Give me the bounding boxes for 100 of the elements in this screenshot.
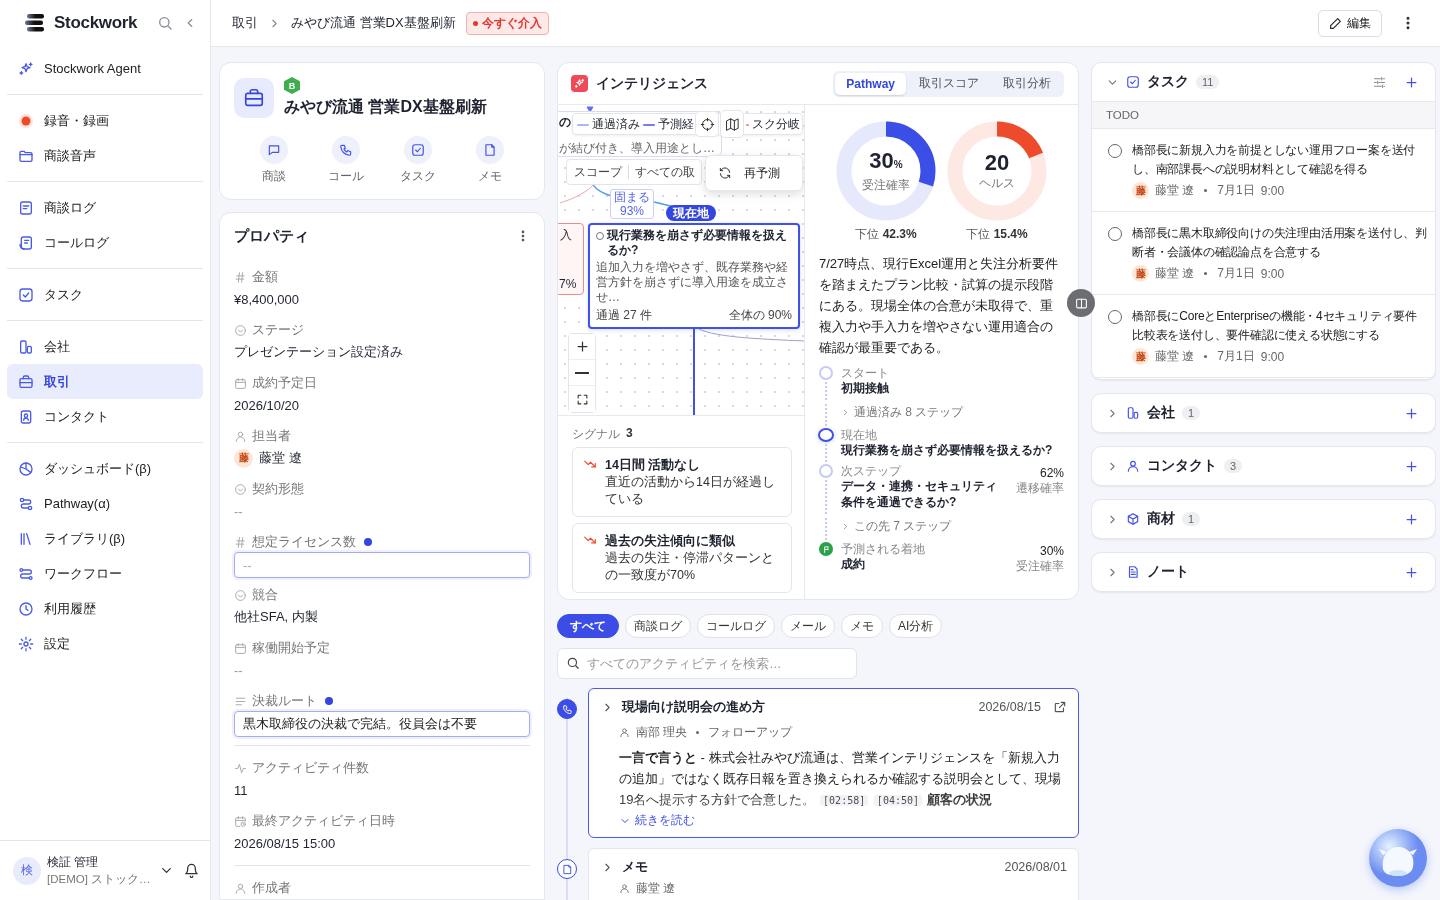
sliders-icon[interactable] bbox=[1372, 74, 1387, 90]
workflow-icon bbox=[18, 565, 34, 582]
chevron-right-icon bbox=[841, 522, 850, 531]
tab[interactable]: 取引分析 bbox=[992, 72, 1062, 95]
count-badge: 1 bbox=[1182, 406, 1201, 420]
sidebar-item[interactable]: 利用履歴 bbox=[7, 591, 203, 626]
due-date: 7月1日 bbox=[1217, 182, 1255, 199]
map-button[interactable] bbox=[720, 110, 744, 138]
sidebar-item[interactable]: コンタクト bbox=[7, 399, 203, 434]
assistant-icon[interactable] bbox=[1369, 829, 1427, 887]
input-field[interactable]: -- bbox=[234, 552, 530, 578]
contact-card-icon bbox=[18, 408, 34, 425]
sidebar-item[interactable]: ライブラリ(β) bbox=[7, 521, 203, 556]
bell-icon[interactable] bbox=[183, 863, 199, 878]
sidebar-item[interactable]: 取引 bbox=[7, 364, 203, 399]
filter-chip[interactable]: メール bbox=[781, 614, 835, 638]
sidebar-item[interactable]: 設定 bbox=[7, 626, 203, 661]
add-icon[interactable] bbox=[1404, 511, 1419, 527]
recenter-button[interactable] bbox=[695, 111, 719, 137]
step-label: 予測される着地 bbox=[841, 542, 926, 556]
action-button[interactable]: 商談 bbox=[238, 136, 310, 185]
add-icon[interactable] bbox=[1404, 74, 1419, 90]
expand-steps-button[interactable]: 通過済み 8 ステップ bbox=[841, 402, 1056, 428]
action-button[interactable]: タスク bbox=[382, 136, 454, 185]
status-dot bbox=[325, 697, 333, 705]
phone-document-icon bbox=[18, 234, 34, 251]
pathway-map[interactable]: の が結び付き、導入用途とし… 入 7% 現在地 現行業務を崩さず必要情報を扱えるか? 追加入力を増やさず、既存業務や経営方針を崩さずに導入用途を成立させ… 通過 27 件 全体の 90% 固まる 93% 通過済み 予測経 スク分岐 スコープ すべての取 再予測 bbox=[558, 105, 804, 416]
map-icon bbox=[724, 116, 740, 132]
field-label: 契約形態 bbox=[252, 480, 304, 498]
zoom-in-button[interactable] bbox=[569, 334, 595, 360]
tab[interactable]: 取引スコア bbox=[908, 72, 990, 95]
hash-icon bbox=[234, 270, 247, 284]
pathway-node[interactable]: 現行業務を崩さず必要情報を扱えるか? 追加入力を増やさず、既存業務や経営方針を崩さずに導入用途を成立させ… 通過 27 件 全体の 90% bbox=[588, 223, 800, 329]
task-checkbox[interactable] bbox=[1108, 144, 1122, 158]
task-checkbox[interactable] bbox=[1108, 310, 1122, 324]
route-icon bbox=[18, 495, 34, 512]
field-label: 決裁ルート bbox=[252, 692, 317, 710]
percentile-text: 下位 15.4% bbox=[966, 226, 1028, 243]
sidebar-item[interactable]: ワークフロー bbox=[7, 556, 203, 591]
node-title: 入 bbox=[560, 228, 572, 242]
scope-value: すべての取 bbox=[635, 163, 695, 181]
sidebar-item[interactable]: 商談ログ bbox=[7, 190, 203, 225]
probability-value: 30% bbox=[1038, 544, 1064, 558]
activity-date: 2026/08/15 bbox=[978, 700, 1041, 714]
filter-chip[interactable]: メモ bbox=[841, 614, 883, 638]
action-button[interactable]: コール bbox=[310, 136, 382, 185]
edit-button[interactable]: 編集 bbox=[1318, 9, 1382, 37]
user-avatar: 藤 bbox=[1132, 182, 1149, 199]
search-field[interactable]: すべてのアクティビティを検索… bbox=[557, 648, 857, 679]
person-icon bbox=[234, 881, 247, 895]
dropdown-icon bbox=[234, 323, 247, 337]
field-value: プレゼンテーション設定済み bbox=[234, 343, 403, 361]
external-link-icon[interactable] bbox=[1053, 700, 1067, 714]
menu-item[interactable]: 再予測 bbox=[716, 164, 782, 182]
briefcase-icon bbox=[18, 373, 34, 390]
due-time: 9:00 bbox=[1260, 266, 1285, 281]
filter-chip[interactable]: すべて bbox=[557, 614, 619, 638]
sidebar-item[interactable]: 会社 bbox=[7, 329, 203, 364]
sidebar-item[interactable]: 商談音声 bbox=[7, 138, 203, 173]
assignee-name: 藤堂 遼 bbox=[1155, 348, 1195, 365]
cube-icon bbox=[1126, 512, 1140, 526]
status-dot bbox=[364, 538, 372, 546]
filter-chip[interactable]: 商談ログ bbox=[625, 614, 691, 638]
search-icon[interactable] bbox=[157, 15, 173, 31]
user-avatar: 藤 bbox=[1132, 348, 1149, 365]
legend-label: 通過済み bbox=[592, 116, 640, 133]
read-more-link[interactable]: 続きを読む bbox=[619, 812, 695, 829]
sidebar-item[interactable]: タスク bbox=[7, 277, 203, 312]
input-field[interactable]: 黒木取締役の決裁で完結。役員会は不要 bbox=[234, 711, 530, 737]
logo-icon bbox=[24, 14, 46, 32]
filter-chip[interactable]: コールログ bbox=[697, 614, 775, 638]
signal-title: 過去の失注傾向に類似 bbox=[605, 533, 736, 550]
field-value: 11 bbox=[234, 782, 248, 798]
breadcrumb-item[interactable]: 取引 bbox=[232, 14, 258, 32]
hash-icon bbox=[234, 535, 247, 549]
add-icon[interactable] bbox=[1404, 405, 1419, 421]
brand-name: Stockwork bbox=[54, 13, 139, 33]
task-checkbox[interactable] bbox=[1108, 227, 1122, 241]
person-name: 南部 理央 bbox=[636, 724, 688, 741]
section-label: シグナル bbox=[572, 426, 620, 443]
dropdown-icon bbox=[234, 482, 247, 496]
filter-chip[interactable]: AI分析 bbox=[889, 614, 943, 638]
sidebar-item[interactable]: Pathway(α) bbox=[7, 486, 203, 521]
field-value: 2026/08/15 15:00 bbox=[234, 835, 336, 851]
section-title: 会社 bbox=[1147, 404, 1175, 422]
deal-title: みやび流通 営業DX基盤刷新 bbox=[284, 97, 487, 117]
sidebar-item[interactable]: ダッシュボード(β) bbox=[7, 451, 203, 486]
add-icon[interactable] bbox=[1404, 564, 1419, 580]
tab[interactable]: Pathway bbox=[835, 72, 906, 95]
sidebar-item[interactable]: 録音・録画 bbox=[7, 103, 203, 138]
count-badge: 3 bbox=[1224, 459, 1243, 473]
add-icon[interactable] bbox=[1404, 458, 1419, 474]
activity-card[interactable]: メモ 2026/08/01 藤堂 遼 bbox=[588, 848, 1079, 900]
action-button[interactable]: メモ bbox=[454, 136, 526, 185]
expand-steps-button[interactable]: この先 7 ステップ bbox=[841, 516, 1056, 542]
activity-card[interactable]: 現場向け説明会の進め方 2026/08/15 南部 理央 フォローアップ 一言で言うと - 株式会社みやび流通は、営業インテリジェンスを「新規入力の追加」ではなく既存日報を置き換えられるか確認する説明会として、現場19名へ提示する方針で合意した。 [02:58] [04:50] 顧客の状況 続きを読む bbox=[588, 688, 1079, 838]
sidebar-item[interactable]: コールログ bbox=[7, 225, 203, 260]
sidebar-item[interactable]: Stockwork Agent bbox=[7, 51, 203, 86]
person-icon bbox=[619, 883, 630, 894]
signal-description: 過去の失注・停滞パターンとの一致度が70% bbox=[605, 550, 775, 584]
